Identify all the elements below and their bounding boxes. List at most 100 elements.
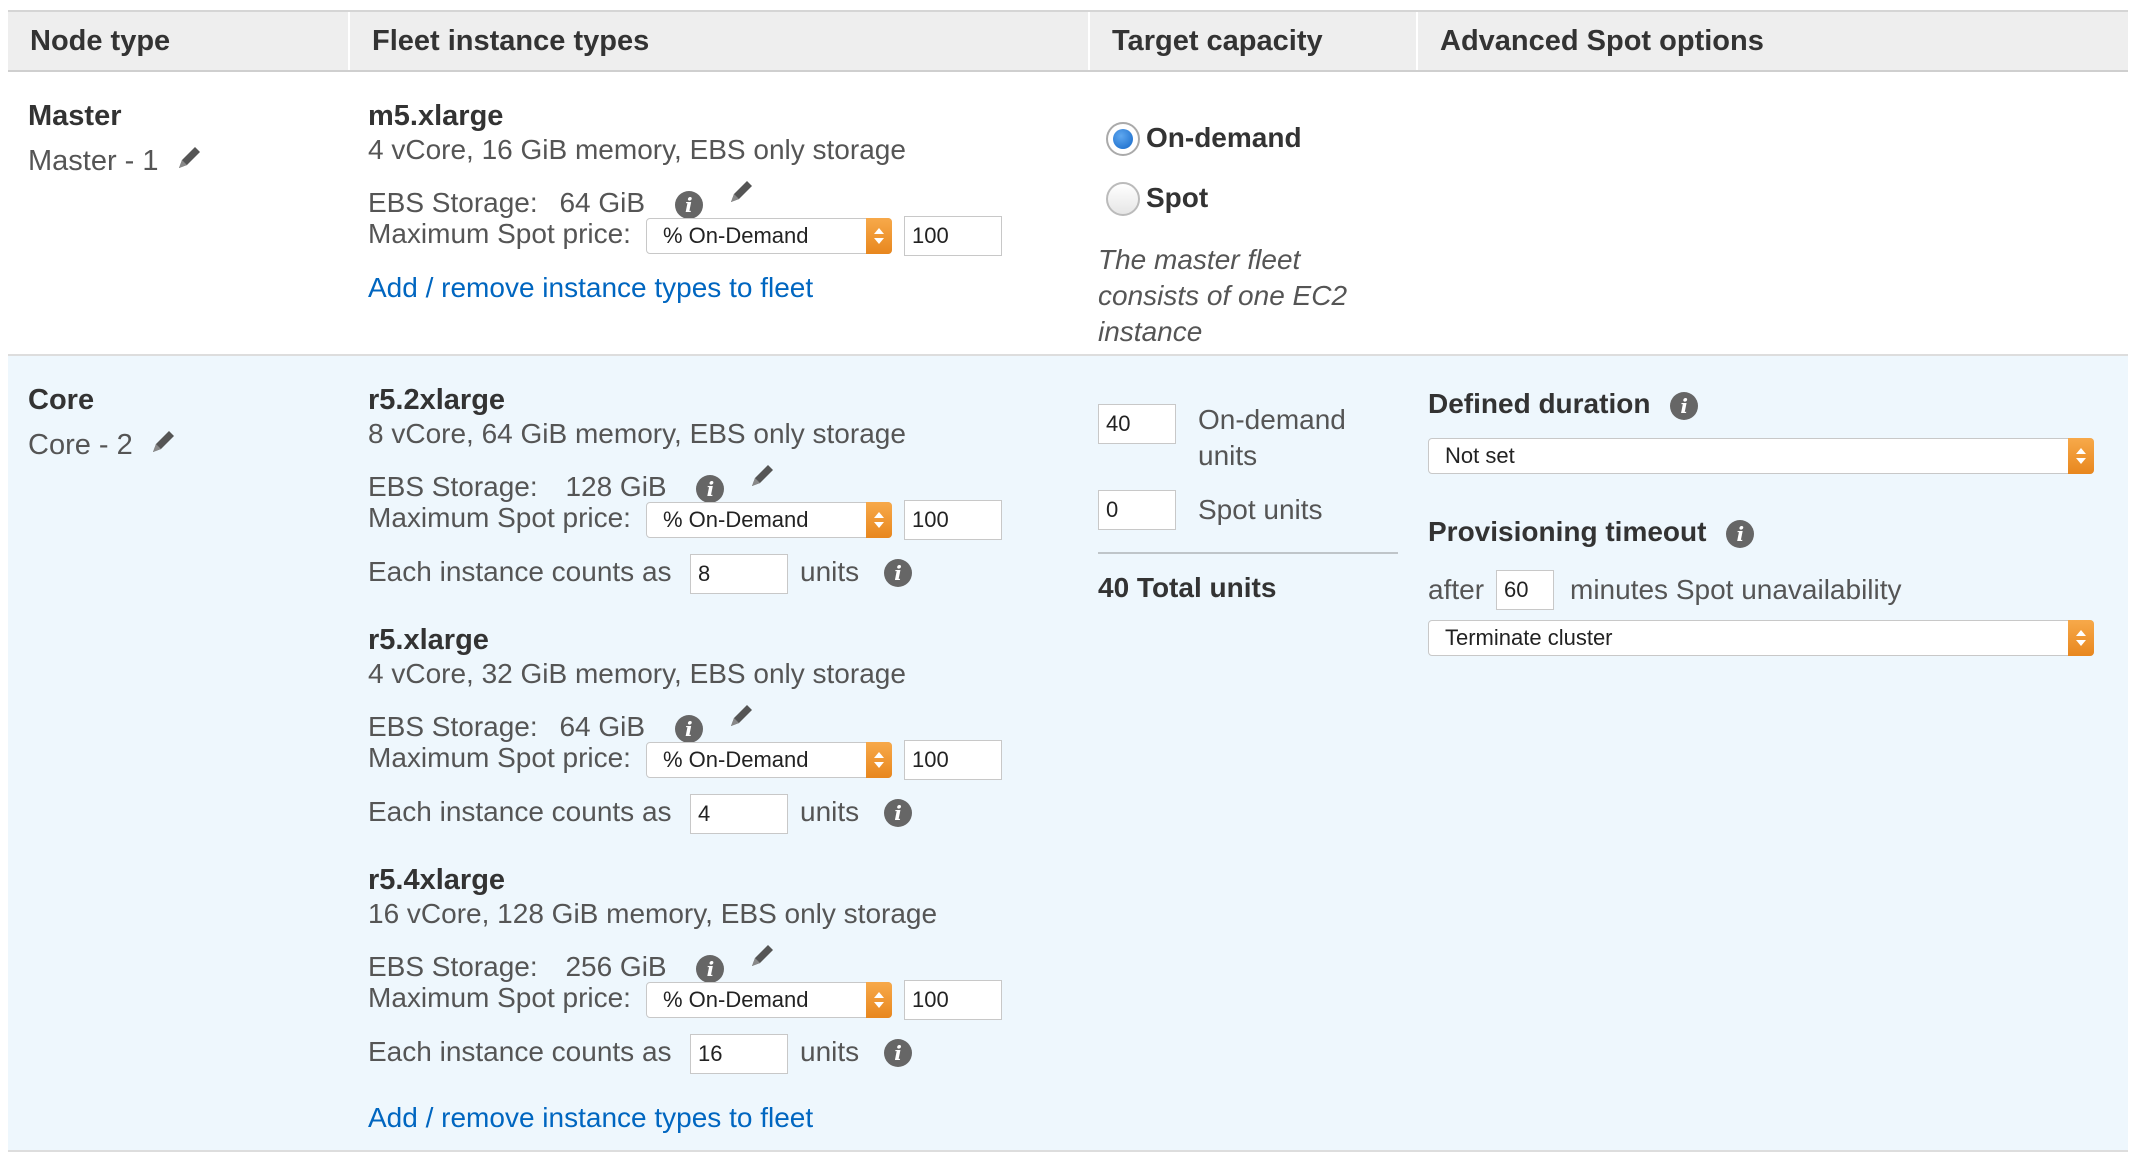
instance-spec: 4 vCore, 32 GiB memory, EBS only storage xyxy=(368,658,906,689)
ebs-storage-label: EBS Storage: xyxy=(368,471,538,502)
spot-radio-label[interactable]: Spot xyxy=(1146,182,1208,214)
instance-weight-input[interactable]: 16 xyxy=(690,1034,788,1074)
edit-pencil-icon[interactable] xyxy=(748,940,778,970)
ebs-storage-line: EBS Storage: 256 GiB i xyxy=(368,940,778,983)
instance-type-name: r5.4xlarge xyxy=(368,864,506,896)
edit-pencil-icon[interactable] xyxy=(727,700,757,730)
edit-pencil-icon[interactable] xyxy=(149,426,179,456)
spot-price-mode-value: % On-Demand xyxy=(663,747,809,772)
table-header: Node type Fleet instance types Target ca… xyxy=(8,10,2128,72)
instance-weight-label: Each instance counts as xyxy=(368,1036,672,1067)
info-icon[interactable]: i xyxy=(884,1039,912,1067)
ebs-storage-line: EBS Storage: 64 GiB i xyxy=(368,700,757,743)
ebs-storage-line: EBS Storage: 64 GiB i xyxy=(368,176,757,219)
info-icon[interactable]: i xyxy=(696,475,725,503)
select-caret-icon xyxy=(866,502,892,538)
spot-price-mode-value: % On-Demand xyxy=(663,507,809,532)
spot-price-mode-select[interactable]: % On-Demand xyxy=(646,218,892,254)
add-remove-instance-types-link[interactable]: Add / remove instance types to fleet xyxy=(368,272,813,304)
instance-spec: 4 vCore, 16 GiB memory, EBS only storage xyxy=(368,134,906,165)
on-demand-units-input[interactable]: 40 xyxy=(1098,404,1176,444)
ebs-storage-value: 64 GiB xyxy=(559,711,646,742)
edit-pencil-icon[interactable] xyxy=(748,460,778,490)
ebs-storage-label: EBS Storage: xyxy=(368,951,538,982)
ebs-storage-value: 256 GiB xyxy=(565,951,667,982)
on-demand-units-label-line2: units xyxy=(1198,440,1258,471)
instance-type-name: r5.2xlarge xyxy=(368,384,506,416)
master-node-name: Master - 1 xyxy=(28,142,205,178)
edit-pencil-icon[interactable] xyxy=(727,176,757,206)
spot-radio[interactable] xyxy=(1106,182,1140,216)
ebs-storage-value: 64 GiB xyxy=(559,187,646,218)
add-remove-instance-types-link[interactable]: Add / remove instance types to fleet xyxy=(368,1102,813,1134)
core-node-name-text: Core - 2 xyxy=(28,429,133,461)
select-caret-icon xyxy=(2068,438,2094,474)
spot-price-value-input[interactable]: 100 xyxy=(904,740,1002,780)
max-spot-price-label: Maximum Spot price: xyxy=(368,218,631,249)
max-spot-price-label: Maximum Spot price: xyxy=(368,982,631,1013)
defined-duration-select[interactable]: Not set xyxy=(1428,438,2094,474)
instance-weight-input[interactable]: 8 xyxy=(690,554,788,594)
units-label: units xyxy=(800,1036,860,1067)
spot-price-mode-select[interactable]: % On-Demand xyxy=(646,502,892,538)
timeout-action-select[interactable]: Terminate cluster xyxy=(1428,620,2094,656)
instance-spec: 8 vCore, 64 GiB memory, EBS only storage xyxy=(368,418,906,449)
edit-pencil-icon[interactable] xyxy=(175,142,205,172)
ebs-storage-line: EBS Storage: 128 GiB i xyxy=(368,460,778,503)
header-advanced-spot-options: Advanced Spot options xyxy=(1416,12,2116,70)
master-node-label: Master xyxy=(28,100,122,132)
timeout-minutes-input[interactable]: 60 xyxy=(1496,570,1554,610)
spot-price-mode-select[interactable]: % On-Demand xyxy=(646,982,892,1018)
provisioning-timeout-label: Provisioning timeout i xyxy=(1428,516,1755,548)
spot-price-value-input[interactable]: 100 xyxy=(904,980,1002,1020)
info-icon[interactable]: i xyxy=(1726,520,1755,548)
after-label: after xyxy=(1428,574,1485,605)
header-node-type: Node type xyxy=(30,25,171,57)
max-spot-price-label: Maximum Spot price: xyxy=(368,742,631,773)
spot-units-input[interactable]: 0 xyxy=(1098,490,1176,530)
timeout-action-value: Terminate cluster xyxy=(1445,625,1613,650)
ebs-storage-label: EBS Storage: xyxy=(368,711,538,742)
info-icon[interactable]: i xyxy=(696,955,725,983)
spot-price-mode-select[interactable]: % On-Demand xyxy=(646,742,892,778)
on-demand-units-label-line1: On-demand xyxy=(1198,404,1346,435)
defined-duration-label-text: Defined duration xyxy=(1428,388,1651,419)
core-row: Core Core - 2 r5.2xlarge 8 vCore, 64 GiB… xyxy=(8,356,2128,1152)
instance-weight-label: Each instance counts as xyxy=(368,796,672,827)
select-caret-icon xyxy=(866,982,892,1018)
capacity-divider xyxy=(1098,552,1398,554)
instance-type-name: r5.xlarge xyxy=(368,624,489,656)
spot-price-mode-value: % On-Demand xyxy=(663,223,809,248)
units-label: units xyxy=(800,796,860,827)
instance-spec: 16 vCore, 128 GiB memory, EBS only stora… xyxy=(368,898,938,929)
instance-weight-label: Each instance counts as xyxy=(368,556,672,587)
select-caret-icon xyxy=(866,742,892,778)
ebs-storage-value: 128 GiB xyxy=(565,471,667,502)
core-node-label: Core xyxy=(28,384,95,416)
spot-price-value-input[interactable]: 100 xyxy=(904,216,1002,256)
on-demand-radio[interactable] xyxy=(1106,122,1140,156)
info-icon[interactable]: i xyxy=(884,559,912,587)
instance-weight-input[interactable]: 4 xyxy=(690,794,788,834)
header-fleet-instance-types: Fleet instance types xyxy=(348,12,1088,70)
select-caret-icon xyxy=(2068,620,2094,656)
defined-duration-label: Defined duration i xyxy=(1428,388,1699,420)
units-label: units xyxy=(800,556,860,587)
provisioning-timeout-label-text: Provisioning timeout xyxy=(1428,516,1707,547)
total-units: 40 Total units xyxy=(1098,572,1277,603)
master-row: Master Master - 1 m5.xlarge 4 vCore, 16 … xyxy=(8,72,2128,356)
select-caret-icon xyxy=(866,218,892,254)
core-node-name: Core - 2 xyxy=(28,426,179,462)
info-icon[interactable]: i xyxy=(884,799,912,827)
info-icon[interactable]: i xyxy=(674,191,703,219)
info-icon[interactable]: i xyxy=(1670,392,1699,420)
spot-price-value-input[interactable]: 100 xyxy=(904,500,1002,540)
master-node-name-text: Master - 1 xyxy=(28,145,159,177)
instance-type-name: m5.xlarge xyxy=(368,100,504,132)
defined-duration-value: Not set xyxy=(1445,443,1515,468)
minutes-spot-unavailability-label: minutes Spot unavailability xyxy=(1570,574,1902,605)
spot-price-mode-value: % On-Demand xyxy=(663,987,809,1012)
spot-units-label: Spot units xyxy=(1198,494,1323,525)
info-icon[interactable]: i xyxy=(674,715,703,743)
on-demand-radio-label[interactable]: On-demand xyxy=(1146,122,1302,154)
